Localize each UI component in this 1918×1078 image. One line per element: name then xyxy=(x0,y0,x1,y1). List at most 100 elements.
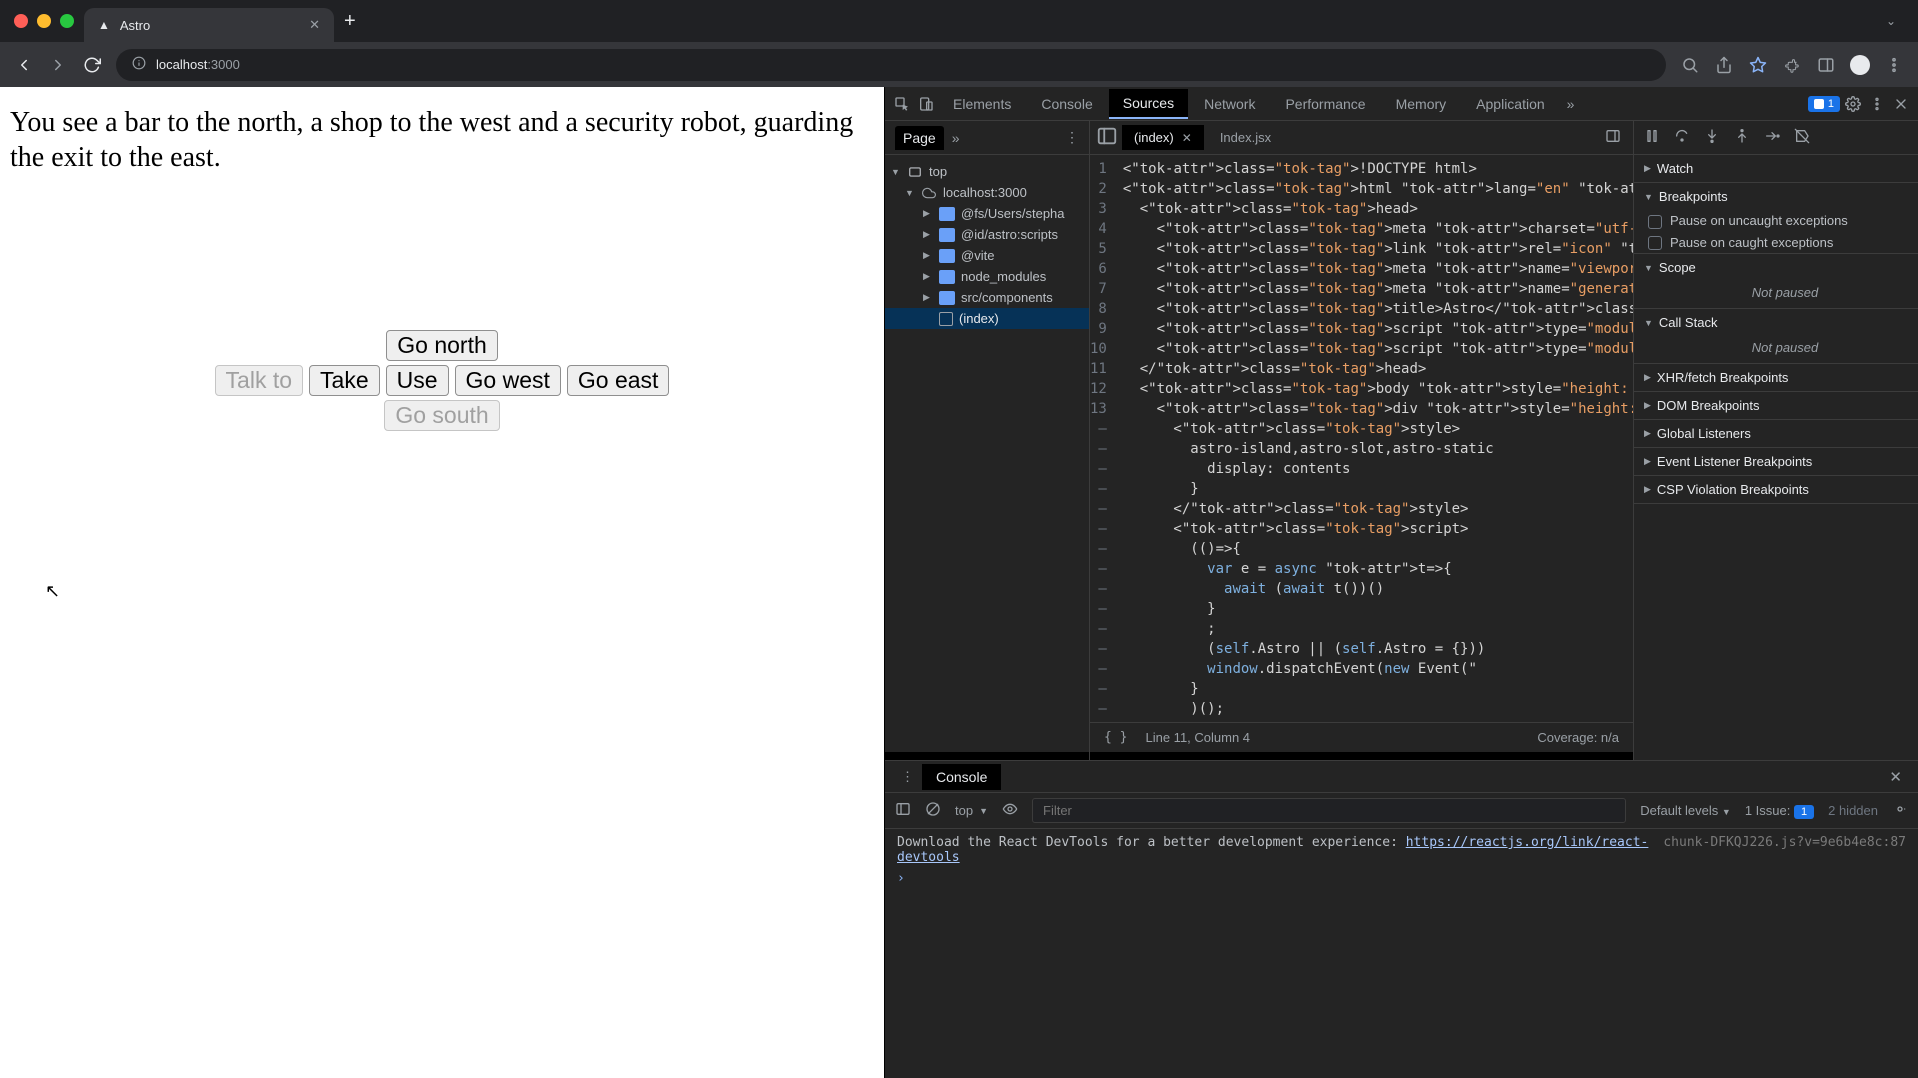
clear-console-icon[interactable] xyxy=(925,801,941,820)
event-bp-section[interactable]: ▶Event Listener Breakpoints xyxy=(1634,448,1918,475)
mouse-cursor-icon: ↖ xyxy=(45,581,909,602)
deactivate-bp-icon[interactable] xyxy=(1794,128,1810,147)
issues-label[interactable]: 1 Issue: 1 xyxy=(1745,803,1814,818)
tree-folder-fs[interactable]: ▶@fs/Users/stepha xyxy=(885,203,1089,224)
tree-folder-node[interactable]: ▶node_modules xyxy=(885,266,1089,287)
site-info-icon[interactable] xyxy=(132,56,146,73)
tab-memory[interactable]: Memory xyxy=(1382,90,1461,118)
drawer-kebab-icon[interactable]: ⋮ xyxy=(893,769,922,785)
devtools-tabbar: Elements Console Sources Network Perform… xyxy=(885,87,1918,121)
console-sidebar-icon[interactable] xyxy=(895,801,911,820)
xhr-bp-section[interactable]: ▶XHR/fetch Breakpoints xyxy=(1634,364,1918,391)
drawer-tab-console[interactable]: Console xyxy=(922,764,1001,790)
nav-back-button[interactable] xyxy=(14,55,34,75)
tree-top[interactable]: ▼top xyxy=(885,161,1089,182)
side-panel-icon[interactable] xyxy=(1816,55,1836,75)
tree-folder-vite[interactable]: ▶@vite xyxy=(885,245,1089,266)
more-tabs-icon[interactable]: » xyxy=(1561,96,1581,112)
bookmark-star-icon[interactable] xyxy=(1748,55,1768,75)
callstack-not-paused: Not paused xyxy=(1634,336,1918,363)
tab-network[interactable]: Network xyxy=(1190,90,1269,118)
inspect-element-icon[interactable] xyxy=(891,93,913,115)
window-maximize-button[interactable] xyxy=(60,14,74,28)
devtools-settings-icon[interactable] xyxy=(1842,93,1864,115)
tree-file-index[interactable]: (index) xyxy=(885,308,1089,329)
dom-bp-section[interactable]: ▶DOM Breakpoints xyxy=(1634,392,1918,419)
drawer-close-icon[interactable]: ✕ xyxy=(1881,768,1910,786)
step-over-icon[interactable] xyxy=(1674,128,1690,147)
zoom-icon[interactable] xyxy=(1680,55,1700,75)
share-icon[interactable] xyxy=(1714,55,1734,75)
tab-search-icon[interactable]: ⌄ xyxy=(1886,14,1896,28)
tab-application[interactable]: Application xyxy=(1462,90,1559,118)
tab-close-icon[interactable]: ✕ xyxy=(309,17,320,33)
tab-console[interactable]: Console xyxy=(1027,90,1106,118)
pause-uncaught-checkbox[interactable]: Pause on uncaught exceptions xyxy=(1634,210,1918,232)
take-button[interactable]: Take xyxy=(309,365,380,396)
log-levels-select[interactable]: Default levels ▼ xyxy=(1640,803,1731,818)
window-close-button[interactable] xyxy=(14,14,28,28)
go-north-button[interactable]: Go north xyxy=(386,330,498,361)
devtools-kebab-icon[interactable] xyxy=(1866,93,1888,115)
game-controls: Go north Talk to Take Use Go west Go eas… xyxy=(10,330,874,431)
console-filter-input[interactable] xyxy=(1032,798,1626,823)
editor-resizer[interactable] xyxy=(1090,752,1633,760)
console-context[interactable]: top ▼ xyxy=(955,803,988,818)
page-nav-tab[interactable]: Page xyxy=(895,126,944,150)
scope-section[interactable]: ▼Scope xyxy=(1634,254,1918,281)
editor-tab-indexjsx[interactable]: Index.jsx xyxy=(1208,125,1283,150)
browser-tab[interactable]: ▲ Astro ✕ xyxy=(84,8,334,42)
nav-forward-button[interactable] xyxy=(48,55,68,75)
toggle-debugger-icon[interactable] xyxy=(1599,128,1627,147)
console-settings-icon[interactable] xyxy=(1892,801,1908,820)
close-tab-icon[interactable]: ✕ xyxy=(1182,131,1192,145)
pretty-print-icon[interactable]: { } xyxy=(1104,730,1127,745)
console-prompt-icon[interactable]: › xyxy=(897,871,905,886)
tab-performance[interactable]: Performance xyxy=(1271,90,1379,118)
new-tab-button[interactable]: + xyxy=(344,10,356,33)
nav-reload-button[interactable] xyxy=(82,55,102,75)
devtools-close-icon[interactable] xyxy=(1890,93,1912,115)
use-button[interactable]: Use xyxy=(386,365,449,396)
issues-badge[interactable]: 1 xyxy=(1808,96,1840,112)
breakpoints-section[interactable]: ▼Breakpoints xyxy=(1634,183,1918,210)
tab-sources[interactable]: Sources xyxy=(1109,89,1188,119)
tree-folder-src[interactable]: ▶src/components xyxy=(885,287,1089,308)
narration-text: You see a bar to the north, a shop to th… xyxy=(10,105,874,175)
editor-tab-index[interactable]: (index)✕ xyxy=(1122,125,1204,150)
talk-to-button[interactable]: Talk to xyxy=(215,365,303,396)
tree-host[interactable]: ▼localhost:3000 xyxy=(885,182,1089,203)
message-source[interactable]: chunk-DFKQJ226.js?v=9e6b4e8c:87 xyxy=(1663,835,1906,865)
step-into-icon[interactable] xyxy=(1704,128,1720,147)
more-nav-icon[interactable]: » xyxy=(952,130,960,146)
device-toggle-icon[interactable] xyxy=(915,93,937,115)
address-bar[interactable]: localhost:3000 xyxy=(116,49,1666,81)
console-drawer: ⋮ Console ✕ top ▼ Default levels ▼ 1 Iss… xyxy=(885,760,1918,1078)
csp-bp-section[interactable]: ▶CSP Violation Breakpoints xyxy=(1634,476,1918,503)
tab-elements[interactable]: Elements xyxy=(939,90,1025,118)
devtools-panel: Elements Console Sources Network Perform… xyxy=(884,87,1918,1078)
live-expression-icon[interactable] xyxy=(1002,801,1018,820)
step-out-icon[interactable] xyxy=(1734,128,1750,147)
url-text: localhost:3000 xyxy=(156,57,240,72)
resume-icon[interactable] xyxy=(1644,128,1660,147)
toggle-navigator-icon[interactable] xyxy=(1096,125,1118,150)
pause-caught-checkbox[interactable]: Pause on caught exceptions xyxy=(1634,232,1918,254)
extensions-icon[interactable] xyxy=(1782,55,1802,75)
go-east-button[interactable]: Go east xyxy=(567,365,670,396)
profile-avatar[interactable] xyxy=(1850,55,1870,75)
go-west-button[interactable]: Go west xyxy=(455,365,561,396)
chrome-menu-icon[interactable] xyxy=(1884,55,1904,75)
nav-kebab-icon[interactable]: ⋮ xyxy=(1065,129,1079,146)
go-south-button[interactable]: Go south xyxy=(384,400,499,431)
watch-section[interactable]: ▶Watch xyxy=(1634,155,1918,182)
global-listeners-section[interactable]: ▶Global Listeners xyxy=(1634,420,1918,447)
window-minimize-button[interactable] xyxy=(37,14,51,28)
tree-folder-id[interactable]: ▶@id/astro:scripts xyxy=(885,224,1089,245)
nav-resizer[interactable] xyxy=(885,752,1089,760)
step-icon[interactable] xyxy=(1764,128,1780,147)
callstack-section[interactable]: ▼Call Stack xyxy=(1634,309,1918,336)
hidden-messages[interactable]: 2 hidden xyxy=(1828,803,1878,818)
scope-not-paused: Not paused xyxy=(1634,281,1918,308)
code-editor[interactable]: 12345678910111213––––––––––––––––––– <"t… xyxy=(1090,155,1633,722)
